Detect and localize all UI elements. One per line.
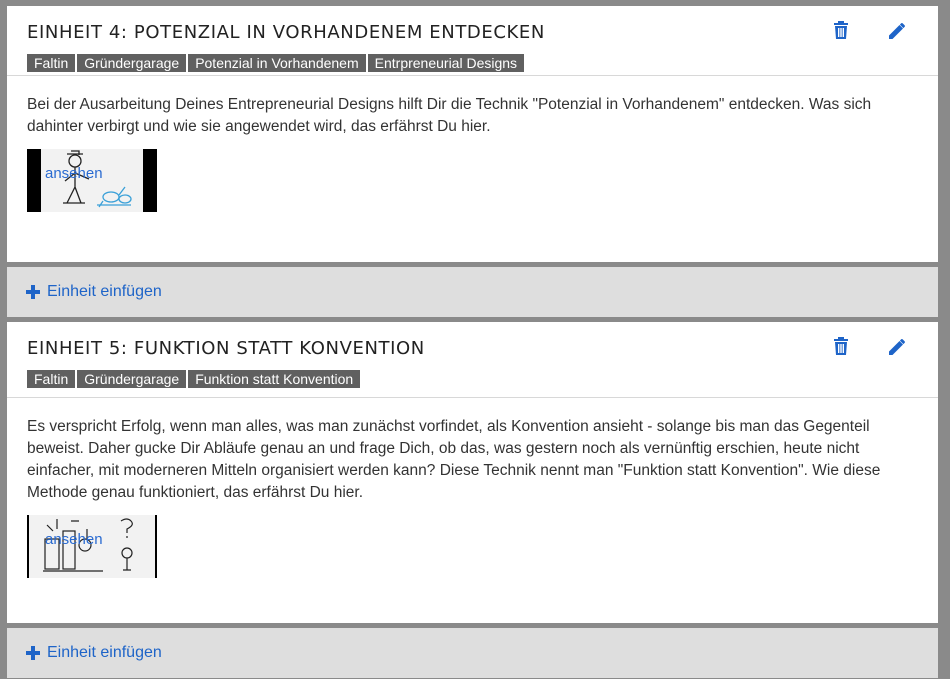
tag[interactable]: Entrpreneurial Designs <box>367 54 525 72</box>
tag[interactable]: Gründergarage <box>77 54 187 72</box>
insert-unit-label: Einheit einfügen <box>47 644 162 661</box>
unit-actions <box>800 19 908 46</box>
video-thumbnail[interactable]: ansehen <box>27 515 157 578</box>
unit-body: Bei der Ausarbeitung Deines Entrepreneur… <box>7 76 938 212</box>
pencil-icon[interactable] <box>886 335 908 357</box>
unit-card: EINHEIT 4: POTENZIAL IN VORHANDENEM ENTD… <box>7 6 938 262</box>
unit-card: EINHEIT 5: FUNKTION STATT KONVENTION Fal… <box>7 322 938 623</box>
trash-icon[interactable] <box>830 19 852 41</box>
insert-unit-button[interactable]: Einheit einfügen <box>7 267 938 317</box>
unit-header: EINHEIT 4: POTENZIAL IN VORHANDENEM ENTD… <box>7 6 938 76</box>
trash-icon[interactable] <box>830 335 852 357</box>
tag-list: Faltin Gründergarage Potenzial in Vorhande… <box>27 54 918 73</box>
insert-unit-label: Einheit einfügen <box>47 283 162 300</box>
unit-description: Es verspricht Erfolg, wenn man alles, wa… <box>27 418 881 501</box>
plus-icon <box>25 284 41 300</box>
unit-actions <box>800 335 908 362</box>
unit-description: Bei der Ausarbeitung Deines Entrepreneur… <box>27 96 872 135</box>
tag[interactable]: Faltin <box>27 370 76 388</box>
unit-title: EINHEIT 5: FUNKTION STATT KONVENTION <box>27 338 425 359</box>
tag-list: Faltin Gründergarage Funktion statt Konven… <box>27 370 918 389</box>
unit-title: EINHEIT 4: POTENZIAL IN VORHANDENEM ENTD… <box>27 22 545 43</box>
tag[interactable]: Funktion statt Konvention <box>188 370 361 388</box>
unit-header: EINHEIT 5: FUNKTION STATT KONVENTION Fal… <box>7 322 938 398</box>
video-thumbnail[interactable]: ansehen <box>27 149 157 212</box>
tag[interactable]: Faltin <box>27 54 76 72</box>
plus-icon <box>25 645 41 661</box>
pencil-icon[interactable] <box>886 19 908 41</box>
unit-body: Es verspricht Erfolg, wenn man alles, wa… <box>7 398 938 578</box>
tag[interactable]: Potenzial in Vorhandenem <box>188 54 366 72</box>
tag[interactable]: Gründergarage <box>77 370 187 388</box>
watch-video-link[interactable]: ansehen <box>45 165 103 182</box>
watch-video-link[interactable]: ansehen <box>45 531 103 548</box>
insert-unit-button[interactable]: Einheit einfügen <box>7 628 938 678</box>
